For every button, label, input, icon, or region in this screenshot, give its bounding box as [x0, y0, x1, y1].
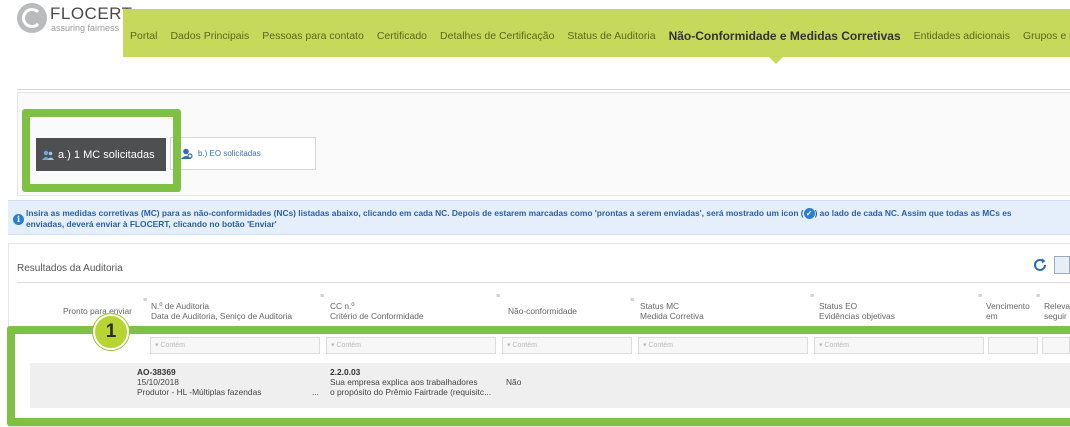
- col-due[interactable]: Vencimento em: [986, 301, 1030, 321]
- col-eo[interactable]: Status EO Evidências objetivas: [819, 301, 895, 321]
- col-rel-2: seguir: [1044, 311, 1067, 321]
- col-eo-evidence: Evidências objetivas: [819, 311, 895, 321]
- nav-item[interactable]: Dados Principais: [170, 30, 249, 43]
- col-criterion: Critério de Conformidade: [330, 311, 424, 321]
- col-eo-status: Status EO: [819, 301, 858, 311]
- nav-list: Portal Dados Principais Pessoas para conta…: [130, 29, 1070, 43]
- info-line1-end: ) ao lado de cada NC. Assim que todas as…: [814, 208, 1012, 218]
- refresh-icon[interactable]: [1032, 257, 1048, 273]
- col-mc-status: Status MC: [640, 301, 680, 311]
- col-cc[interactable]: CC n.º Critério de Conformidade: [330, 301, 424, 321]
- sort-icon: ≡: [978, 293, 983, 300]
- col-audit[interactable]: N.º de Auditoria Data de Auditoria, Seni…: [151, 301, 292, 321]
- col-rel-1: Releva: [1044, 301, 1070, 311]
- check-icon: ✓: [803, 208, 815, 220]
- main-nav: Portal Dados Principais Pessoas para conta…: [123, 9, 1070, 57]
- user-search-icon: [181, 148, 193, 159]
- col-relevant[interactable]: Releva seguir: [1044, 301, 1070, 321]
- highlight-results-box: [7, 326, 1070, 426]
- columns-settings-icon[interactable]: [1054, 256, 1070, 274]
- nav-item[interactable]: Detalhes de Certificação: [440, 30, 554, 43]
- info-banner: i Insira as medidas corretivas (MC) para…: [8, 200, 1070, 235]
- info-icon: i: [13, 214, 24, 225]
- col-cc-no: CC n.º: [330, 301, 355, 311]
- filter-b-label: b.) EO solicitadas: [198, 149, 261, 158]
- col-due-1: Vencimento: [986, 301, 1030, 311]
- sort-icon: ≡: [320, 293, 325, 300]
- col-audit-date: Data de Auditoria, Seniço de Auditoria: [151, 311, 293, 321]
- sort-icon: ≡: [630, 297, 635, 304]
- info-line1-start: Insira as medidas corretivas (MC) para a…: [26, 208, 804, 218]
- col-nc[interactable]: Não-conformidade: [508, 306, 577, 316]
- step-badge: 1: [93, 314, 129, 350]
- logo-name: FLOCERT: [50, 4, 133, 23]
- nav-item[interactable]: Portal: [130, 30, 157, 43]
- fairtrade-seal-icon: [17, 3, 47, 33]
- nav-item[interactable]: Entidades adicionais: [914, 30, 1010, 43]
- nav-item[interactable]: Não-Conformidade e Medidas Corretivas: [669, 29, 901, 43]
- nav-item[interactable]: Grupos e res: [1023, 30, 1070, 43]
- info-text: Insira as medidas corretivas (MC) para a…: [26, 208, 1066, 230]
- col-ready[interactable]: Pronto para enviar: [63, 306, 132, 316]
- sort-icon: ≡: [1036, 293, 1041, 300]
- highlight-filter-box: [22, 109, 181, 192]
- nav-item[interactable]: Certificado: [377, 30, 427, 43]
- results-title: Resultados da Auditoria: [17, 263, 123, 274]
- info-line2: enviadas, deverá enviar à FLOCERT, clica…: [26, 219, 277, 230]
- filter-eo-requested-button[interactable]: b.) EO solicitadas: [170, 137, 316, 170]
- col-mc-measure: Medida Corretiva: [640, 311, 704, 321]
- sort-icon: ≡: [143, 297, 148, 304]
- col-due-2: em: [986, 311, 998, 321]
- flocert-logo[interactable]: FLOCERT assuring fairness: [17, 3, 132, 39]
- logo-tagline: assuring fairness: [51, 23, 120, 33]
- toolbar-strip: [17, 63, 1070, 90]
- sort-icon: ≡: [496, 293, 501, 300]
- results-separator: [17, 282, 1070, 283]
- nav-item[interactable]: Status de Auditoria: [567, 30, 655, 43]
- sort-icon: ≡: [810, 293, 815, 300]
- nav-item[interactable]: Pessoas para contato: [262, 30, 364, 43]
- col-mc[interactable]: Status MC Medida Corretiva: [640, 301, 704, 321]
- col-audit-no: N.º de Auditoria: [151, 301, 209, 311]
